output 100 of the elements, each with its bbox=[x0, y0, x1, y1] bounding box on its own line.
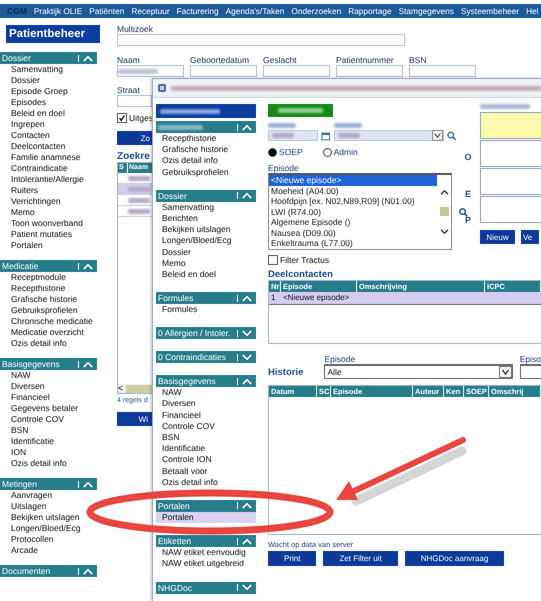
checkbox[interactable] bbox=[268, 254, 278, 264]
text-area[interactable] bbox=[480, 168, 541, 195]
panel-item[interactable]: NAW etiket uitgebreid bbox=[156, 558, 256, 570]
action-button[interactable]: Zet Filter uit bbox=[323, 550, 398, 566]
section-header[interactable]: Dossier bbox=[156, 190, 256, 202]
panel-item[interactable]: Identificatie bbox=[156, 443, 256, 454]
panel-item[interactable]: Memo bbox=[156, 258, 256, 269]
scroll-down-icon[interactable] bbox=[440, 228, 448, 235]
panel-item[interactable]: NAW bbox=[156, 387, 256, 398]
panel-item[interactable]: Longen/Bloed/Ecg bbox=[156, 235, 256, 246]
text-area[interactable] bbox=[480, 140, 541, 167]
list-item[interactable]: LWI (R74.00) bbox=[269, 206, 437, 217]
input-field[interactable] bbox=[336, 65, 403, 77]
sidebar-item[interactable]: Chronische medicatie bbox=[0, 316, 103, 327]
date-field[interactable] bbox=[268, 130, 318, 141]
sidebar-item[interactable]: Recepthistorie bbox=[0, 283, 103, 294]
sidebar-item[interactable]: NAW bbox=[0, 370, 103, 381]
menu-item[interactable]: Systeembeheer bbox=[460, 6, 520, 16]
text-area[interactable] bbox=[480, 112, 541, 139]
sidebar-item[interactable]: Ozis detail info bbox=[0, 458, 103, 469]
action-button[interactable]: NHGDoc aanvraag bbox=[404, 550, 504, 566]
panel-item[interactable]: Financieel bbox=[156, 410, 256, 421]
section-header[interactable]: Dossier bbox=[0, 52, 97, 64]
input-field[interactable] bbox=[190, 65, 257, 77]
sidebar-item[interactable]: Samenvatting bbox=[0, 64, 103, 75]
panel-item[interactable]: Ozis detail info bbox=[156, 155, 256, 167]
sidebar-item[interactable]: BSN bbox=[0, 425, 103, 436]
section-header[interactable]: Formules bbox=[156, 292, 256, 304]
scroll-thumb[interactable] bbox=[440, 207, 448, 216]
search-icon[interactable] bbox=[446, 131, 456, 141]
menu-item[interactable]: Rapportage bbox=[348, 6, 392, 16]
sidebar-item[interactable]: Protocollen bbox=[0, 534, 103, 545]
action-button[interactable]: Ve bbox=[521, 230, 539, 244]
sidebar-item[interactable]: Controle COV bbox=[0, 414, 103, 425]
section-header[interactable]: Medicatie bbox=[0, 260, 97, 272]
sidebar-item[interactable]: Medicatie overzicht bbox=[0, 327, 103, 338]
action-button[interactable]: Print bbox=[268, 550, 316, 566]
panel-item[interactable]: BSN bbox=[156, 432, 256, 444]
result-row[interactable] bbox=[118, 184, 153, 195]
panel-item[interactable]: Recepthistorie bbox=[156, 133, 256, 144]
list-item[interactable]: Enkeltrauma (L77.00) bbox=[269, 238, 437, 248]
panel-item[interactable]: Samenvatting bbox=[156, 202, 256, 213]
menu-item[interactable]: Facturering bbox=[176, 6, 219, 16]
panel-item[interactable]: Betaalt voor bbox=[156, 466, 256, 477]
search-icon[interactable] bbox=[458, 208, 468, 217]
sidebar-item[interactable]: Contraindicatie bbox=[0, 163, 103, 174]
section-header[interactable] bbox=[156, 121, 256, 133]
sidebar-item[interactable]: Deelcontacten bbox=[0, 141, 103, 152]
list-item[interactable]: Hoofdpijn [ex. N02,N89,R09] (N01.00) bbox=[269, 196, 437, 206]
radio-option[interactable]: SOEP bbox=[268, 147, 303, 157]
status-button[interactable] bbox=[268, 104, 333, 117]
text-area[interactable] bbox=[480, 196, 541, 223]
sidebar-item[interactable]: Dossier bbox=[0, 75, 103, 86]
list-item[interactable]: Nausea (D09.00) bbox=[269, 228, 437, 238]
sidebar-item[interactable]: Gebruiksprofielen bbox=[0, 305, 103, 316]
sidebar-item[interactable]: Longen/Bloed/Ecg bbox=[0, 523, 103, 534]
scroll-up-icon[interactable] bbox=[440, 188, 448, 196]
panel-item[interactable]: Berichten bbox=[156, 212, 256, 224]
panel-item[interactable]: Ozis detail info bbox=[156, 476, 256, 488]
episode-dropdown[interactable]: Alle bbox=[324, 364, 513, 378]
sidebar-item[interactable]: Receptmodule bbox=[0, 272, 103, 283]
panel-item[interactable]: Controle ION bbox=[156, 454, 256, 466]
sidebar-item[interactable]: Arcade bbox=[0, 545, 103, 556]
sidebar-item[interactable]: Beleid en doel bbox=[0, 108, 103, 119]
sidebar-item[interactable]: Gegevens betaler bbox=[0, 403, 103, 414]
sidebar-item[interactable]: Ruiters bbox=[0, 185, 103, 196]
sidebar-item[interactable]: Aanvragen bbox=[0, 490, 103, 501]
sidebar-item[interactable]: Memo bbox=[0, 207, 103, 218]
sidebar-item[interactable]: Portalen bbox=[0, 240, 103, 251]
menu-item[interactable]: Hel bbox=[526, 6, 539, 16]
panel-item[interactable]: Bekijken uitslagen bbox=[156, 224, 256, 236]
menu-item[interactable]: Stamgegevens bbox=[398, 6, 454, 16]
panel-item[interactable]: Diversen bbox=[156, 398, 256, 410]
section-header[interactable]: Basisgegevens bbox=[0, 358, 97, 370]
radio-option[interactable]: Admin bbox=[322, 147, 358, 157]
sidebar-item[interactable]: Ingrepen bbox=[0, 119, 103, 130]
sidebar-item[interactable]: Diversen bbox=[0, 381, 103, 392]
section-header[interactable]: 0 Allergien / Intoler. bbox=[156, 327, 256, 340]
list-item[interactable]: Moeheid (A04.00) bbox=[269, 186, 437, 196]
street-field[interactable] bbox=[117, 95, 152, 107]
section-header[interactable]: Documenten bbox=[0, 565, 97, 577]
menu-item[interactable]: Praktijk OLIE bbox=[34, 6, 82, 16]
sidebar-item[interactable]: Ozis detail info bbox=[0, 338, 103, 349]
menu-item[interactable]: Patiënten bbox=[89, 6, 124, 16]
checkbox[interactable] bbox=[117, 113, 127, 123]
input-field[interactable] bbox=[409, 65, 476, 77]
sidebar-item[interactable]: Grafische historie bbox=[0, 294, 103, 305]
multizoek-field[interactable] bbox=[117, 34, 405, 46]
scrollbar[interactable]: < bbox=[118, 384, 153, 393]
sidebar-item[interactable]: Financieel bbox=[0, 392, 103, 403]
list-item[interactable]: <Nieuwe episode> bbox=[269, 175, 437, 186]
sidebar-item[interactable]: Contacten bbox=[0, 130, 103, 141]
new-button[interactable]: Nieuw bbox=[480, 230, 515, 244]
sidebar-item[interactable]: Episodes bbox=[0, 97, 103, 108]
sidebar-item[interactable]: Intolerantie/Allergie bbox=[0, 174, 103, 185]
sidebar-item[interactable]: Patient mutaties bbox=[0, 229, 103, 240]
sidebar-item[interactable]: ION bbox=[0, 447, 103, 458]
section-header[interactable]: Basisgegevens bbox=[156, 375, 256, 388]
sidebar-item[interactable]: Identificatie bbox=[0, 436, 103, 447]
panel-item[interactable]: Controle COV bbox=[156, 420, 256, 432]
